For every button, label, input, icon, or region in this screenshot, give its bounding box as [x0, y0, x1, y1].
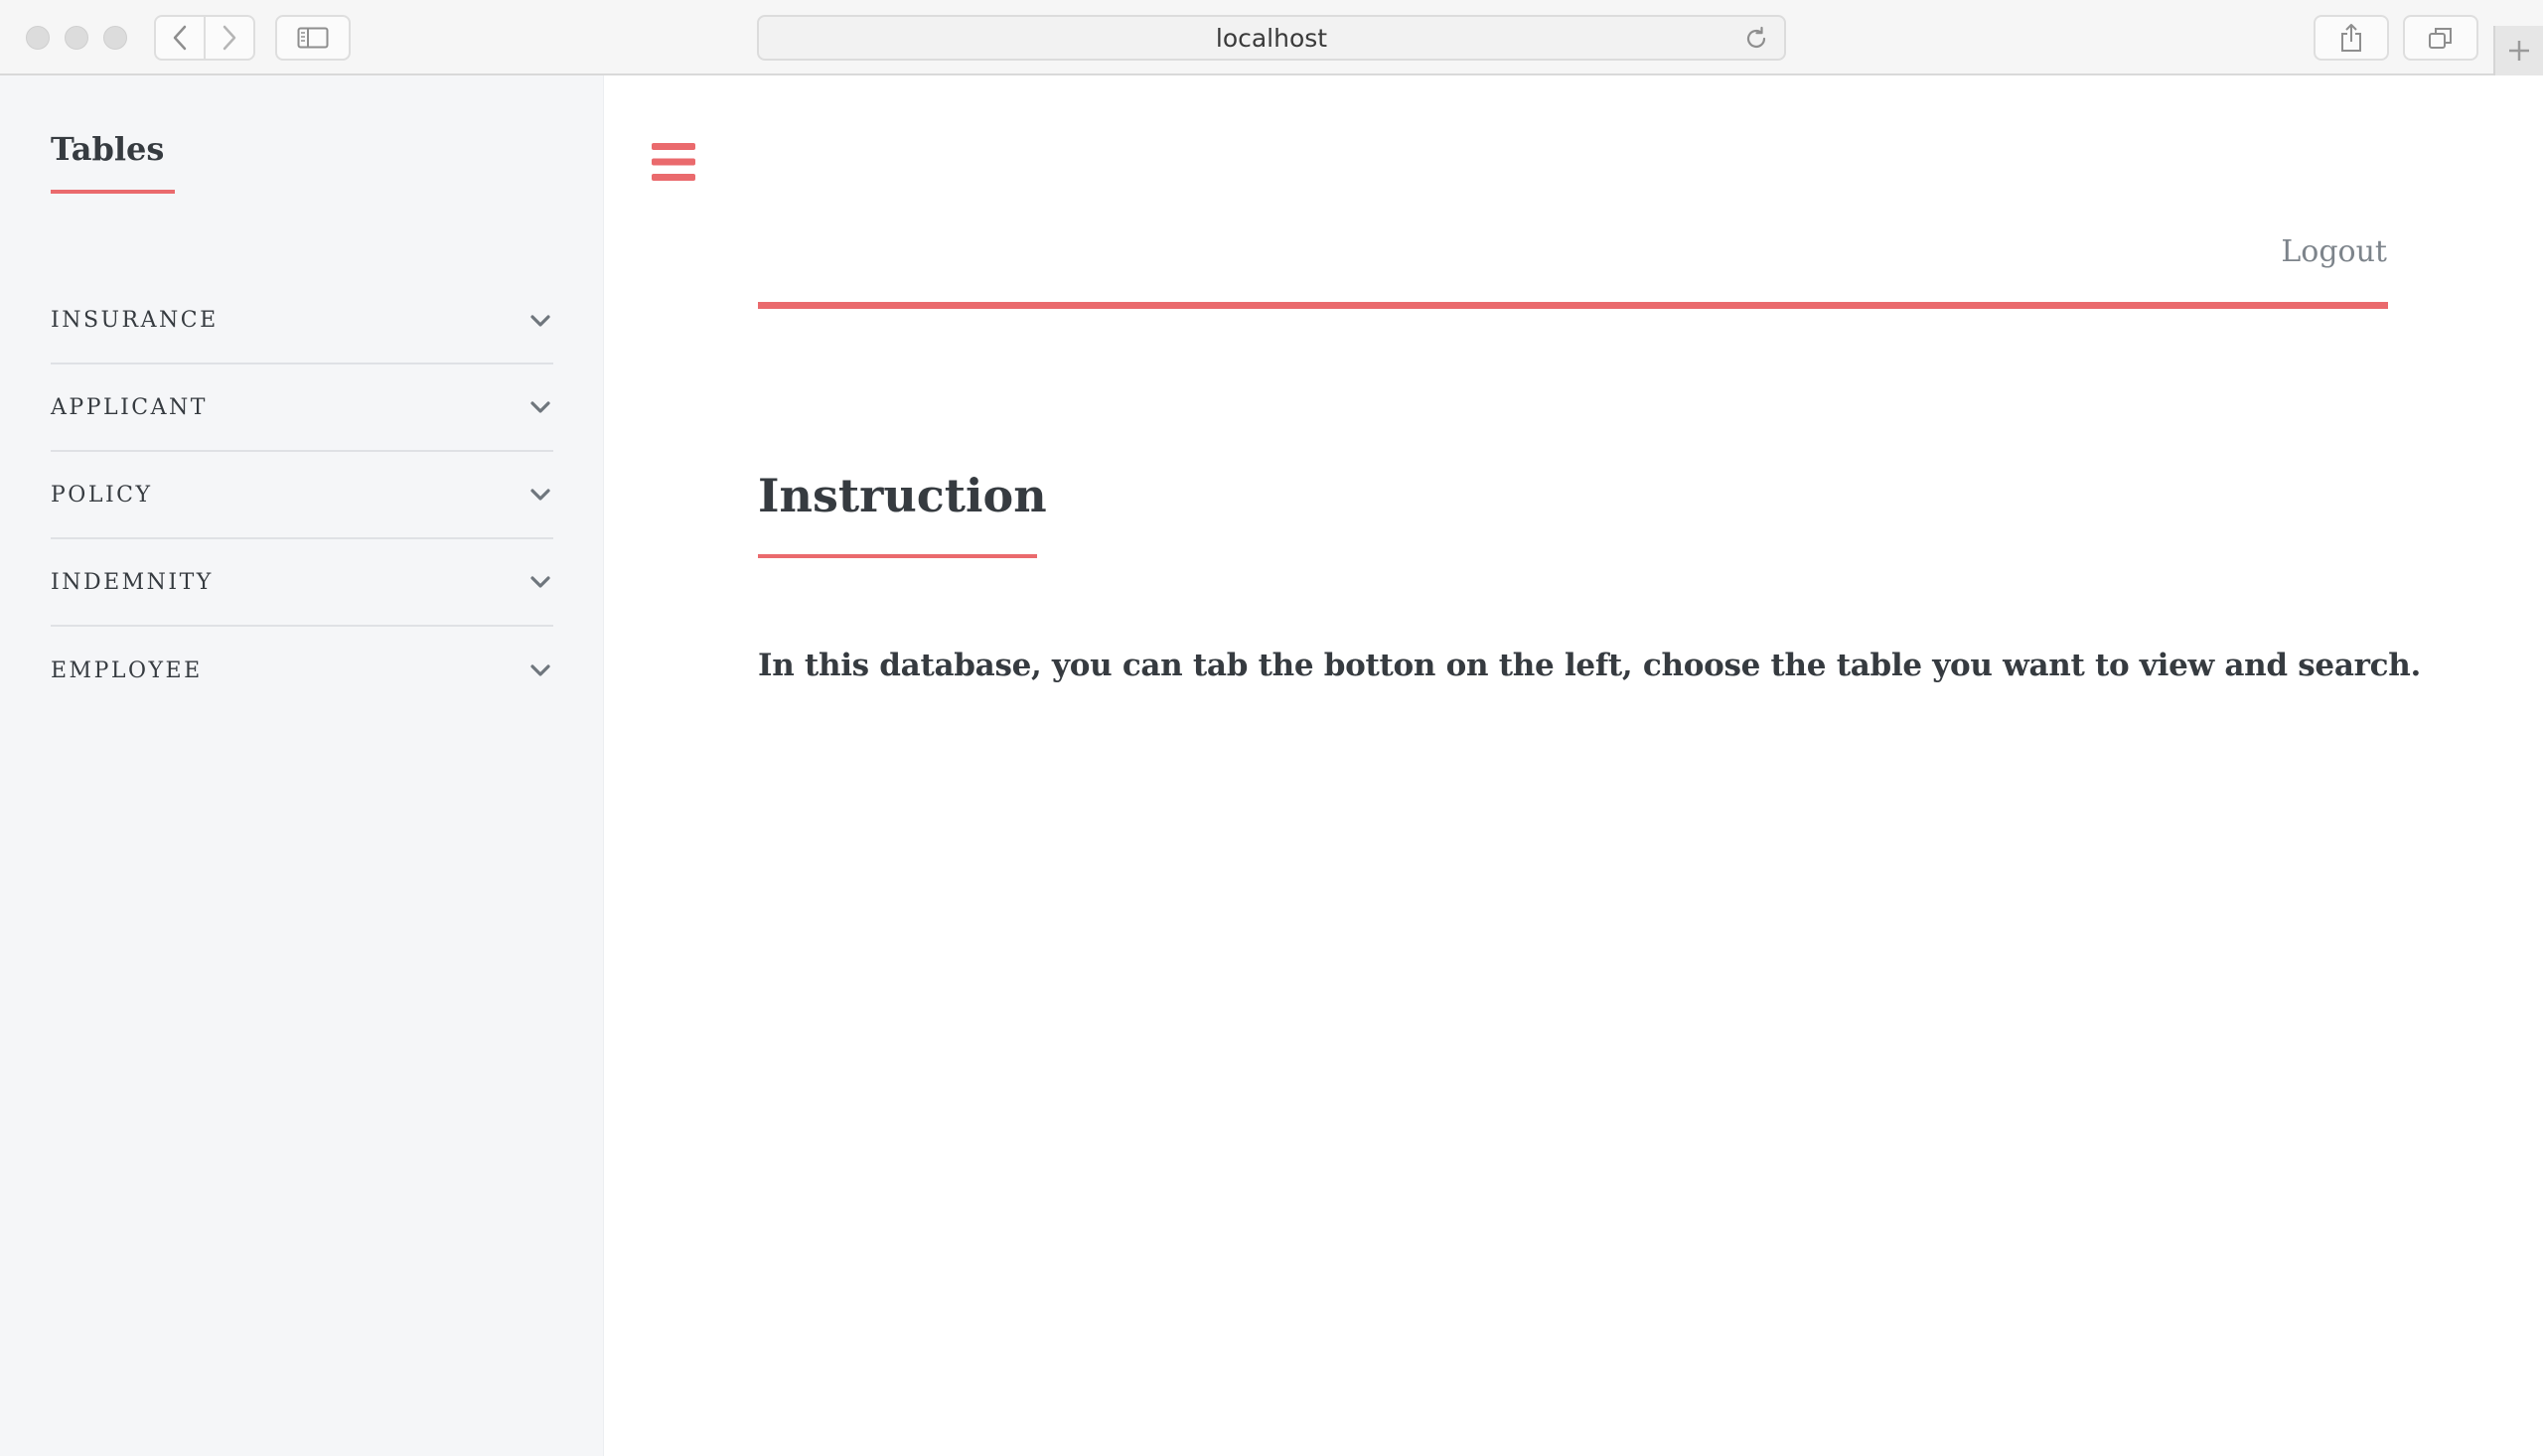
minimize-window-button[interactable]	[65, 26, 88, 50]
chevron-down-icon	[530, 576, 550, 588]
sidebar-item-employee[interactable]: EMPLOYEE	[51, 627, 553, 714]
logout-link[interactable]: Logout	[2281, 234, 2387, 269]
chevron-down-icon	[530, 314, 550, 327]
chevron-down-icon	[530, 489, 550, 501]
browser-toolbar: localhost	[0, 0, 2543, 75]
tabs-icon	[2429, 28, 2452, 49]
address-url: localhost	[1215, 23, 1328, 53]
plus-icon	[2509, 41, 2529, 61]
header-divider	[758, 302, 2388, 309]
share-icon	[2341, 24, 2361, 52]
chevron-down-icon	[530, 401, 550, 413]
tab-overview-button[interactable]	[2403, 15, 2478, 61]
sidebar-icon	[297, 27, 329, 49]
sidebar-item-policy[interactable]: POLICY	[51, 452, 553, 539]
sidebar-title-underline	[51, 190, 175, 194]
sidebar-item-label: INDEMNITY	[51, 569, 214, 595]
zoom-window-button[interactable]	[103, 26, 127, 50]
hamburger-menu-icon[interactable]	[652, 143, 695, 181]
sidebar-item-label: POLICY	[51, 482, 153, 508]
reload-icon[interactable]	[1742, 25, 1770, 53]
close-window-button[interactable]	[26, 26, 50, 50]
sidebar-item-label: INSURANCE	[51, 308, 219, 333]
page-title: Instruction	[758, 469, 1047, 522]
sidebar-item-label: APPLICANT	[51, 394, 208, 420]
chevron-right-icon	[223, 25, 236, 51]
sidebar-toggle-button[interactable]	[275, 15, 351, 61]
share-button[interactable]	[2314, 15, 2389, 61]
title-underline	[758, 554, 1037, 558]
chevron-down-icon	[530, 664, 550, 676]
table-nav: INSURANCE APPLICANT POLICY INDEMNITY EMP…	[51, 278, 553, 714]
address-bar[interactable]: localhost	[757, 15, 1786, 61]
chevron-left-icon	[173, 25, 187, 51]
sidebar-item-insurance[interactable]: INSURANCE	[51, 278, 553, 364]
sidebar-item-label: EMPLOYEE	[51, 657, 203, 683]
sidebar-item-applicant[interactable]: APPLICANT	[51, 364, 553, 452]
back-button[interactable]	[154, 15, 206, 61]
forward-button[interactable]	[204, 15, 255, 61]
instruction-text: In this database, you can tab the botton…	[758, 648, 2421, 683]
new-tab-button[interactable]	[2493, 26, 2543, 75]
sidebar: Tables INSURANCE APPLICANT POLICY INDEMN…	[0, 75, 604, 1456]
sidebar-item-indemnity[interactable]: INDEMNITY	[51, 539, 553, 627]
sidebar-title: Tables	[51, 130, 165, 168]
